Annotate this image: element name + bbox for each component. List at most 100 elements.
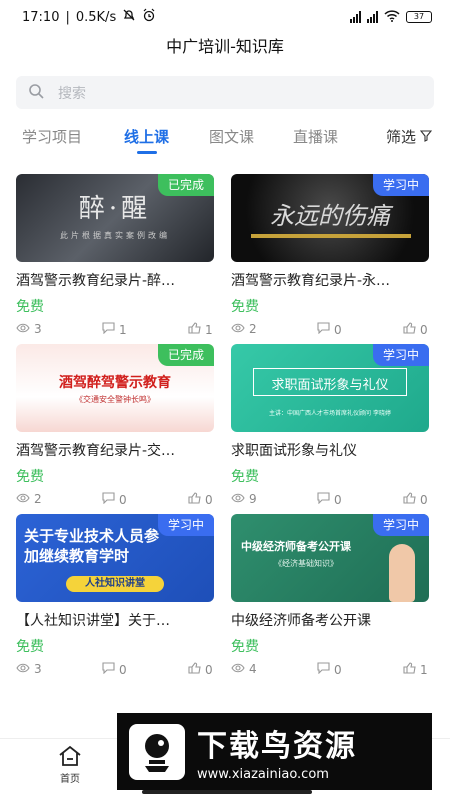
thumbnail-title: 中级经济师备考公开课 <box>241 540 351 553</box>
views-count: 4 <box>249 662 257 676</box>
likes-count: 1 <box>420 662 428 677</box>
likes-count: 0 <box>420 492 428 507</box>
filter-label: 筛选 <box>385 128 416 146</box>
course-price: 免费 <box>231 639 259 655</box>
comments-count: 0 <box>334 662 342 677</box>
category-tabs: 学习项目 线上课 图文课 直播课 筛选 <box>0 118 450 154</box>
likes-count: 0 <box>420 322 428 337</box>
comments-count: 0 <box>334 322 342 337</box>
course-card[interactable]: 醉·醒 此片根据真实案例改编 已完成 酒驾警示教育纪录片-醉… 免费 3 1 1 <box>16 174 216 338</box>
course-card[interactable]: 关于专业技术人员参加继续教育学时 人社知识讲堂 学习中 【人社知识讲堂】关于… … <box>16 514 216 678</box>
comment-icon <box>102 662 115 677</box>
comments-count: 0 <box>119 492 127 507</box>
filter-icon <box>419 128 433 146</box>
comment-icon <box>102 322 115 337</box>
likes-count: 1 <box>205 322 213 337</box>
thumbs-up-icon <box>188 662 201 677</box>
status-badge: 学习中 <box>372 344 429 366</box>
thumbnail-title: 酒驾醉驾警示教育 <box>59 375 171 391</box>
eye-icon <box>16 662 30 676</box>
status-divider: | <box>65 9 70 25</box>
likes-stat: 0 <box>188 492 213 507</box>
comments-count: 1 <box>119 322 127 337</box>
eye-icon <box>16 322 30 336</box>
comments-stat: 0 <box>102 662 127 677</box>
course-thumbnail: 酒驾醉驾警示教育 《交通安全警钟长鸣》 已完成 <box>16 344 214 432</box>
course-stats: 3 0 0 <box>16 662 216 678</box>
thumbnail-subtitle: 主讲：中国广西人才市场首席礼仪顾问 李晓婷 <box>269 410 391 417</box>
views-stat: 2 <box>16 492 42 506</box>
thumbs-up-icon <box>188 322 201 337</box>
course-stats: 3 1 1 <box>16 322 216 338</box>
nav-home-label: 首页 <box>60 774 80 785</box>
mute-icon <box>122 8 136 26</box>
comment-icon <box>317 492 330 507</box>
status-badge: 学习中 <box>372 514 429 536</box>
eye-icon <box>231 662 245 676</box>
tab-live-courses[interactable]: 直播课 <box>293 126 338 147</box>
thumbnail-subtitle: 此片根据真实案例改编 <box>60 231 170 240</box>
course-thumbnail: 关于专业技术人员参加继续教育学时 人社知识讲堂 学习中 <box>16 514 214 602</box>
eye-icon <box>16 492 30 506</box>
course-stats: 4 0 1 <box>231 662 431 678</box>
tab-learning-projects[interactable]: 学习项目 <box>22 126 82 147</box>
views-count: 3 <box>34 322 42 336</box>
thumbnail-subtitle: 人社知识讲堂 <box>66 576 164 592</box>
tab-online-courses[interactable]: 线上课 <box>124 126 169 147</box>
likes-stat: 0 <box>188 662 213 677</box>
nav-home[interactable]: 首页 <box>58 745 82 785</box>
course-card[interactable]: 永远的伤痛 学习中 酒驾警示教育纪录片-永… 免费 2 0 0 <box>231 174 431 338</box>
course-stats: 2 0 0 <box>16 492 216 508</box>
thumbnail-subtitle: 《经济基础知识》 <box>274 559 338 568</box>
alarm-icon <box>142 8 156 26</box>
network-speed: 0.5K/s <box>75 9 117 25</box>
thumbs-up-icon <box>403 492 416 507</box>
views-stat: 3 <box>16 322 42 336</box>
views-count: 3 <box>34 662 42 676</box>
course-thumbnail: 求职面试形象与礼仪 主讲：中国广西人才市场首席礼仪顾问 李晓婷 学习中 <box>231 344 429 432</box>
comments-count: 0 <box>119 662 127 677</box>
views-stat: 2 <box>231 322 257 336</box>
battery-icon: 37 <box>406 11 432 23</box>
course-price: 免费 <box>231 299 259 315</box>
comments-stat: 1 <box>102 322 127 337</box>
thumbs-up-icon <box>403 662 416 677</box>
filter-button[interactable]: 筛选 <box>385 126 433 147</box>
views-count: 2 <box>249 322 257 336</box>
views-count: 2 <box>34 492 42 506</box>
course-title: 求职面试形象与礼仪 <box>231 443 357 459</box>
views-stat: 3 <box>16 662 42 676</box>
search-icon <box>28 83 44 103</box>
search-input[interactable]: 搜索 <box>16 76 434 109</box>
likes-count: 0 <box>205 662 213 677</box>
course-card[interactable]: 求职面试形象与礼仪 主讲：中国广西人才市场首席礼仪顾问 李晓婷 学习中 求职面试… <box>231 344 431 508</box>
likes-stat: 0 <box>403 492 428 507</box>
course-thumbnail: 永远的伤痛 学习中 <box>231 174 429 262</box>
course-card[interactable]: 酒驾醉驾警示教育 《交通安全警钟长鸣》 已完成 酒驾警示教育纪录片-交… 免费 … <box>16 344 216 508</box>
thumbnail-subtitle: 《交通安全警钟长鸣》 <box>75 395 155 404</box>
watermark-url: www.xiazainiao.com <box>197 767 329 782</box>
search-placeholder: 搜索 <box>58 85 86 102</box>
signal-icon-2 <box>367 11 378 23</box>
status-bar: 17:10 | 0.5K/s 37 <box>0 0 450 34</box>
thumbs-up-icon <box>403 322 416 337</box>
course-title: 【人社知识讲堂】关于… <box>16 613 170 629</box>
course-list: 醉·醒 此片根据真实案例改编 已完成 酒驾警示教育纪录片-醉… 免费 3 1 1… <box>0 157 450 687</box>
course-stats: 9 0 0 <box>231 492 431 508</box>
status-badge: 已完成 <box>157 174 214 196</box>
thumbs-up-icon <box>188 492 201 507</box>
home-icon <box>58 745 82 770</box>
thumbnail-title: 永远的伤痛 <box>270 202 390 230</box>
page-title: 中广培训-知识库 <box>166 37 284 56</box>
home-indicator <box>142 790 312 794</box>
course-title: 酒驾警示教育纪录片-醉… <box>16 273 176 289</box>
eye-icon <box>231 322 245 336</box>
tab-graphic-courses[interactable]: 图文课 <box>209 126 254 147</box>
course-title: 酒驾警示教育纪录片-永… <box>231 273 391 289</box>
course-thumbnail: 中级经济师备考公开课 《经济基础知识》 学习中 <box>231 514 429 602</box>
course-title: 酒驾警示教育纪录片-交… <box>16 443 176 459</box>
course-card[interactable]: 中级经济师备考公开课 《经济基础知识》 学习中 中级经济师备考公开课 免费 4 … <box>231 514 431 678</box>
comments-stat: 0 <box>317 322 342 337</box>
comments-stat: 0 <box>317 492 342 507</box>
course-price: 免费 <box>16 469 44 485</box>
